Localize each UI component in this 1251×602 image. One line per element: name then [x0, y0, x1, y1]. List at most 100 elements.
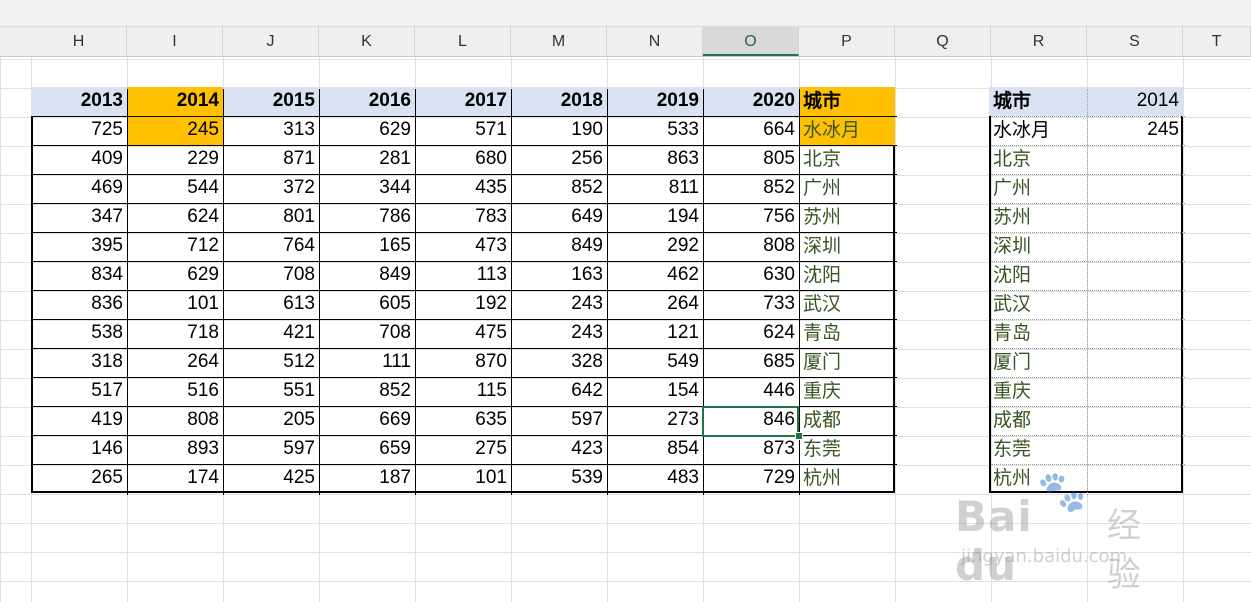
city-cell[interactable]: 东莞 — [799, 435, 895, 464]
city-cell[interactable]: 深圳 — [989, 232, 1087, 261]
data-cell[interactable]: 483 — [607, 464, 703, 493]
city-cell[interactable]: 成都 — [989, 406, 1087, 435]
data-cell[interactable]: 873 — [703, 435, 799, 464]
data-cell[interactable]: 764 — [223, 232, 319, 261]
data-cell[interactable]: 187 — [319, 464, 415, 493]
data-cell[interactable]: 347 — [31, 203, 127, 232]
city-cell[interactable]: 深圳 — [799, 232, 895, 261]
data-cell[interactable]: 680 — [415, 145, 511, 174]
city-cell[interactable]: 武汉 — [989, 290, 1087, 319]
data-cell[interactable]: 544 — [127, 174, 223, 203]
data-cell[interactable]: 512 — [223, 348, 319, 377]
column-header-p[interactable]: P — [799, 27, 895, 56]
city-cell[interactable]: 厦门 — [799, 348, 895, 377]
city-cell[interactable]: 水冰月 — [989, 116, 1087, 145]
city-cell[interactable]: 成都 — [799, 406, 895, 435]
data-cell[interactable]: 642 — [511, 377, 607, 406]
data-cell[interactable]: 245 — [1087, 116, 1183, 145]
data-cell[interactable]: 571 — [415, 116, 511, 145]
data-cell[interactable]: 539 — [511, 464, 607, 493]
data-cell[interactable]: 163 — [511, 261, 607, 290]
data-cell[interactable]: 292 — [607, 232, 703, 261]
data-cell[interactable]: 475 — [415, 319, 511, 348]
data-cell[interactable]: 245 — [127, 116, 223, 145]
header-cell[interactable]: 城市 — [799, 87, 895, 116]
data-cell[interactable]: 605 — [319, 290, 415, 319]
data-cell[interactable]: 146 — [31, 435, 127, 464]
data-cell[interactable]: 613 — [223, 290, 319, 319]
data-cell[interactable]: 229 — [127, 145, 223, 174]
data-cell[interactable]: 801 — [223, 203, 319, 232]
data-cell[interactable]: 685 — [703, 348, 799, 377]
data-cell[interactable]: 551 — [223, 377, 319, 406]
data-cell[interactable]: 101 — [415, 464, 511, 493]
data-cell[interactable]: 264 — [127, 348, 223, 377]
column-header-k[interactable]: K — [319, 27, 415, 56]
empty-cell[interactable] — [1087, 464, 1183, 493]
empty-cell[interactable] — [1087, 261, 1183, 290]
header-cell[interactable]: 2018 — [511, 87, 607, 116]
data-cell[interactable]: 265 — [31, 464, 127, 493]
data-cell[interactable]: 718 — [127, 319, 223, 348]
fill-handle[interactable] — [795, 432, 803, 440]
data-cell[interactable]: 101 — [127, 290, 223, 319]
data-cell[interactable]: 372 — [223, 174, 319, 203]
data-cell[interactable]: 115 — [415, 377, 511, 406]
empty-cell[interactable] — [1087, 174, 1183, 203]
empty-cell[interactable] — [1087, 377, 1183, 406]
data-cell[interactable]: 190 — [511, 116, 607, 145]
data-cell[interactable]: 708 — [223, 261, 319, 290]
empty-cell[interactable] — [1087, 290, 1183, 319]
data-cell[interactable]: 435 — [415, 174, 511, 203]
data-cell[interactable]: 517 — [31, 377, 127, 406]
data-cell[interactable]: 786 — [319, 203, 415, 232]
empty-cell[interactable] — [1087, 435, 1183, 464]
data-cell[interactable]: 863 — [607, 145, 703, 174]
data-cell[interactable]: 854 — [607, 435, 703, 464]
column-header-s[interactable]: S — [1087, 27, 1183, 56]
column-header-q[interactable]: Q — [895, 27, 991, 56]
data-cell[interactable]: 516 — [127, 377, 223, 406]
data-cell[interactable]: 425 — [223, 464, 319, 493]
city-cell[interactable]: 青岛 — [989, 319, 1087, 348]
header-cell[interactable]: 2013 — [31, 87, 127, 116]
city-cell[interactable]: 武汉 — [799, 290, 895, 319]
data-cell[interactable]: 243 — [511, 319, 607, 348]
column-header-m[interactable]: M — [511, 27, 607, 56]
data-cell[interactable]: 849 — [319, 261, 415, 290]
header-cell[interactable]: 2017 — [415, 87, 511, 116]
empty-cell[interactable] — [1087, 319, 1183, 348]
data-cell[interactable]: 805 — [703, 145, 799, 174]
city-cell[interactable]: 苏州 — [989, 203, 1087, 232]
data-cell[interactable]: 808 — [703, 232, 799, 261]
data-cell[interactable]: 205 — [223, 406, 319, 435]
data-cell[interactable]: 635 — [415, 406, 511, 435]
city-cell[interactable]: 重庆 — [799, 377, 895, 406]
data-cell[interactable]: 154 — [607, 377, 703, 406]
empty-cell[interactable] — [1087, 232, 1183, 261]
column-header-j[interactable]: J — [223, 27, 319, 56]
city-cell[interactable]: 北京 — [799, 145, 895, 174]
active-cell-selection[interactable] — [702, 406, 799, 437]
data-cell[interactable]: 281 — [319, 145, 415, 174]
column-header-t[interactable]: T — [1183, 27, 1251, 56]
header-cell[interactable]: 2016 — [319, 87, 415, 116]
data-cell[interactable]: 852 — [319, 377, 415, 406]
data-cell[interactable]: 811 — [607, 174, 703, 203]
data-cell[interactable]: 834 — [31, 261, 127, 290]
empty-cell[interactable] — [1087, 348, 1183, 377]
header-cell[interactable]: 2015 — [223, 87, 319, 116]
header-cell[interactable]: 2014 — [1087, 87, 1183, 116]
data-cell[interactable]: 630 — [703, 261, 799, 290]
city-cell[interactable]: 广州 — [989, 174, 1087, 203]
city-cell[interactable]: 北京 — [989, 145, 1087, 174]
data-cell[interactable]: 113 — [415, 261, 511, 290]
data-cell[interactable]: 538 — [31, 319, 127, 348]
data-cell[interactable]: 395 — [31, 232, 127, 261]
data-cell[interactable]: 729 — [703, 464, 799, 493]
data-cell[interactable]: 669 — [319, 406, 415, 435]
empty-cell[interactable] — [1087, 203, 1183, 232]
city-cell[interactable]: 广州 — [799, 174, 895, 203]
data-cell[interactable]: 808 — [127, 406, 223, 435]
city-cell[interactable]: 杭州 — [799, 464, 895, 493]
